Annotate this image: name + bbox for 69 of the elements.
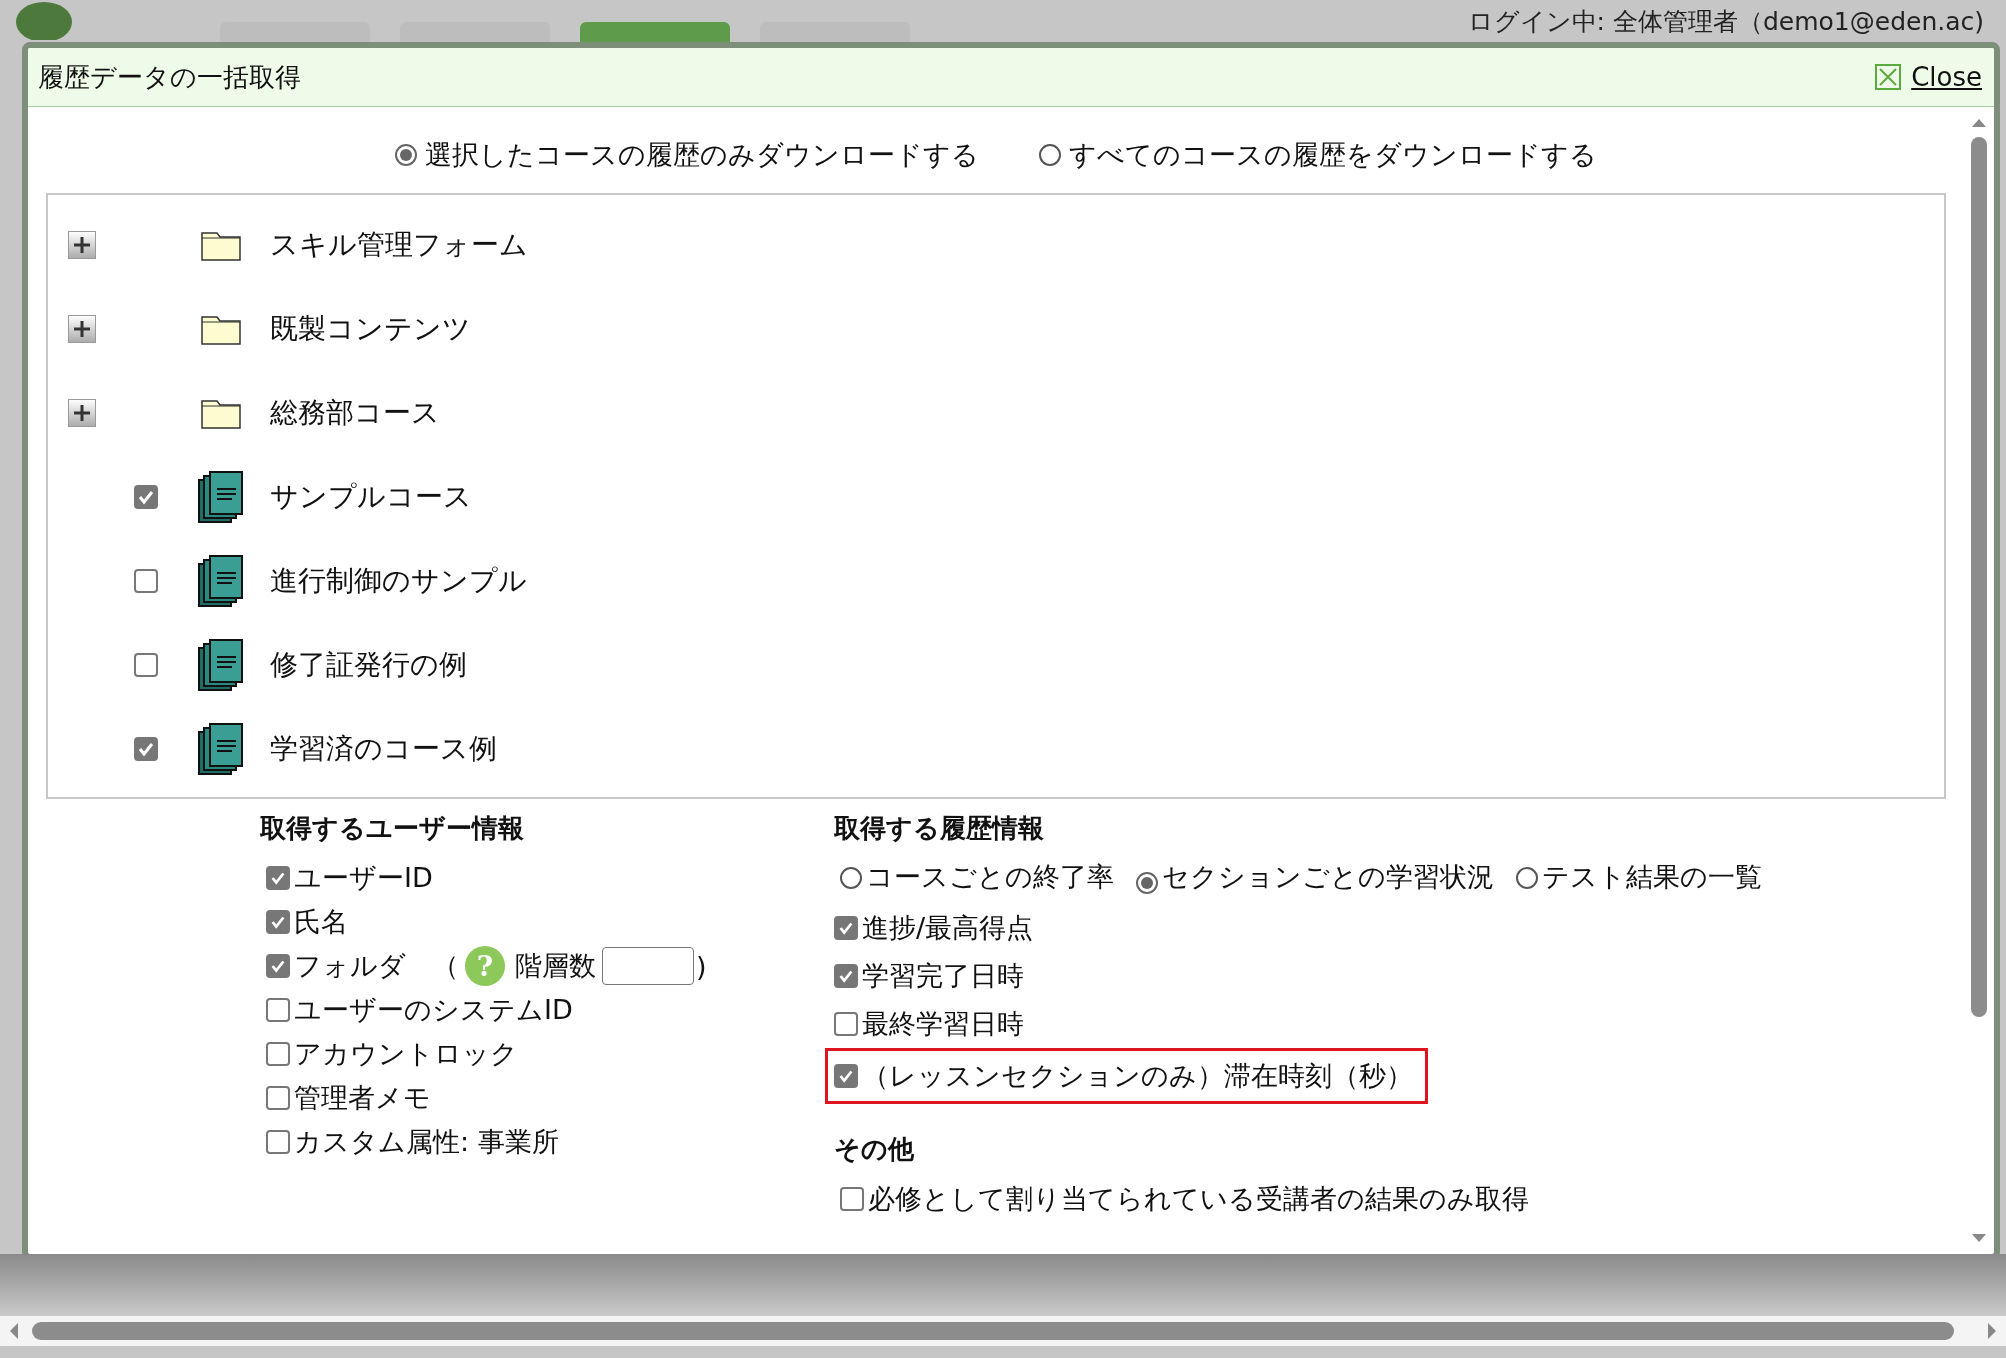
depth-label: 階層数 (515, 949, 596, 983)
checkbox[interactable] (834, 964, 858, 988)
expand-icon[interactable] (68, 315, 96, 343)
checkbox[interactable] (834, 1012, 858, 1036)
checkbox[interactable] (266, 910, 290, 934)
mode-radio[interactable]: セクションごとの学習状況 (1130, 861, 1494, 892)
course-checkbox[interactable] (134, 653, 158, 677)
login-status: ログイン中: 全体管理者（demo1@eden.ac) (1467, 5, 1984, 38)
option-label[interactable]: （レッスンセクションのみ）滞在時刻（秒） (862, 1058, 1413, 1094)
section-heading: その他 (834, 1133, 915, 1166)
checkbox[interactable] (266, 998, 290, 1022)
scroll-left-icon[interactable] (8, 1322, 20, 1340)
tree-item-label[interactable]: 既製コンテンツ (270, 310, 471, 348)
option-label[interactable]: フォルダ (294, 948, 406, 984)
scroll-right-icon[interactable] (1986, 1322, 1998, 1340)
book-stack-icon (198, 639, 244, 691)
scroll-down-icon[interactable] (1971, 1232, 1987, 1244)
option-label[interactable]: 必修として割り当てられている受講者の結果のみ取得 (868, 1181, 1529, 1217)
scrollbar-thumb[interactable] (1971, 137, 1987, 1017)
scroll-up-icon[interactable] (1971, 117, 1987, 129)
paren-text: （ (432, 949, 459, 983)
course-checkbox[interactable] (134, 485, 158, 509)
option-label[interactable]: 氏名 (294, 904, 348, 940)
expand-icon[interactable] (68, 231, 96, 259)
scope-radio[interactable]: すべてのコースの履歴をダウンロードする (1039, 137, 1597, 173)
option-label[interactable]: 進捗/最高得点 (862, 910, 1034, 946)
checkbox[interactable] (266, 1086, 290, 1110)
checkbox[interactable] (266, 1130, 290, 1154)
tree-item-label[interactable]: 修了証発行の例 (270, 646, 467, 684)
expand-icon[interactable] (68, 399, 96, 427)
checkbox[interactable] (266, 1042, 290, 1066)
checkbox[interactable] (834, 1064, 858, 1088)
section-heading: 取得するユーザー情報 (260, 812, 525, 845)
option-label[interactable]: ユーザーID (294, 860, 433, 896)
option-label[interactable]: 最終学習日時 (862, 1006, 1024, 1042)
section-heading: 取得する履歴情報 (834, 812, 1045, 845)
tree-item-label[interactable]: 学習済のコース例 (270, 730, 497, 768)
option-label[interactable]: ユーザーのシステムID (294, 992, 573, 1028)
option-label[interactable]: カスタム属性: 事業所 (294, 1124, 559, 1160)
scope-radio[interactable]: 選択したコースの履歴のみダウンロードする (395, 137, 979, 173)
close-icon[interactable] (1875, 64, 1902, 90)
option-label[interactable]: 管理者メモ (294, 1080, 431, 1116)
paren-text: ) (696, 950, 707, 982)
option-label[interactable]: アカウントロック (294, 1036, 518, 1072)
option-label[interactable]: 学習完了日時 (862, 958, 1024, 994)
folder-icon (201, 313, 241, 345)
course-checkbox[interactable] (134, 737, 158, 761)
scrollbar-thumb[interactable] (32, 1322, 1954, 1340)
course-checkbox[interactable] (134, 569, 158, 593)
book-stack-icon (198, 555, 244, 607)
checkbox[interactable] (266, 866, 290, 890)
tree-item-label[interactable]: 進行制御のサンプル (270, 562, 527, 600)
tree-logo-icon (14, 0, 74, 40)
tree-item-label[interactable]: サンプルコース (270, 478, 472, 516)
tree-item-label[interactable]: スキル管理フォーム (270, 226, 528, 264)
dialog-title: 履歴データの一括取得 (38, 60, 301, 94)
folder-icon (201, 397, 241, 429)
mode-radio[interactable]: コースごとの終了率 (834, 861, 1114, 892)
book-stack-icon (198, 723, 244, 775)
checkbox[interactable] (840, 1187, 864, 1211)
horizontal-scrollbar[interactable] (0, 1316, 2006, 1346)
depth-input[interactable] (602, 947, 694, 985)
book-stack-icon (198, 471, 244, 523)
close-link[interactable]: Close (1911, 62, 1982, 92)
folder-icon (201, 229, 241, 261)
tree-item-label[interactable]: 総務部コース (270, 394, 440, 432)
checkbox[interactable] (834, 916, 858, 940)
checkbox[interactable] (266, 954, 290, 978)
mode-radio[interactable]: テスト結果の一覧 (1510, 861, 1762, 892)
